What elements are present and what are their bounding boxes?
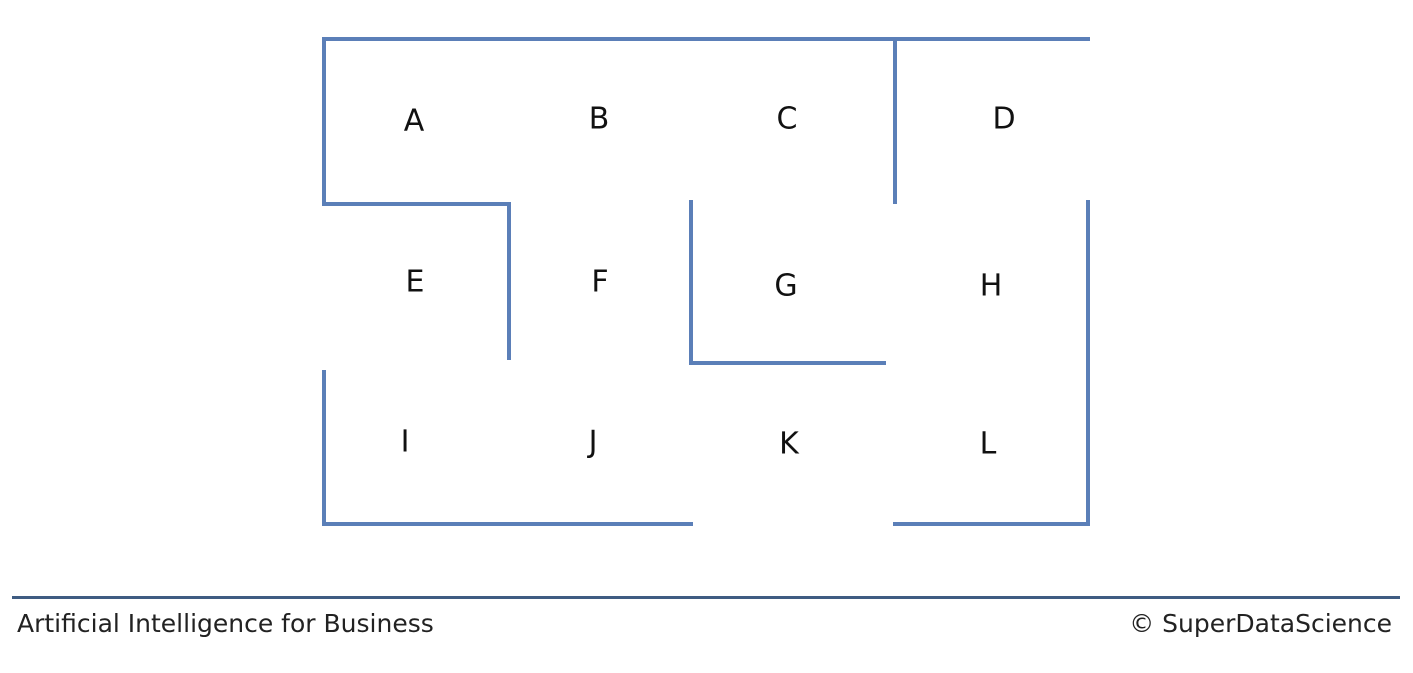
cell-label-f: F (591, 265, 608, 300)
footer-divider (12, 596, 1400, 599)
maze-wall-bottom-left (322, 370, 693, 526)
cell-label-l: L (980, 427, 997, 462)
maze-cells: A B C D E F G H I J K L (401, 102, 1016, 462)
footer-copyright: © SuperDataScience (1129, 609, 1392, 638)
cell-label-i: I (401, 425, 410, 460)
cell-label-j: J (587, 425, 598, 460)
maze-wall-right (893, 200, 1090, 526)
cell-label-a: A (404, 104, 425, 139)
cell-label-g: G (774, 269, 797, 304)
maze-slide: A B C D E F G H I J K L Artificial Intel… (0, 0, 1413, 673)
cell-label-k: K (779, 427, 800, 462)
cell-label-c: C (777, 102, 798, 137)
cell-label-h: H (980, 269, 1003, 304)
maze-diagram: A B C D E F G H I J K L (322, 37, 1090, 526)
cell-label-b: B (589, 102, 610, 137)
cell-label-d: D (992, 102, 1015, 137)
maze-wall-top-left (322, 37, 1090, 206)
maze-walls (322, 37, 1090, 526)
footer-course-title: Artificial Intelligence for Business (17, 609, 434, 638)
cell-label-e: E (406, 265, 425, 300)
